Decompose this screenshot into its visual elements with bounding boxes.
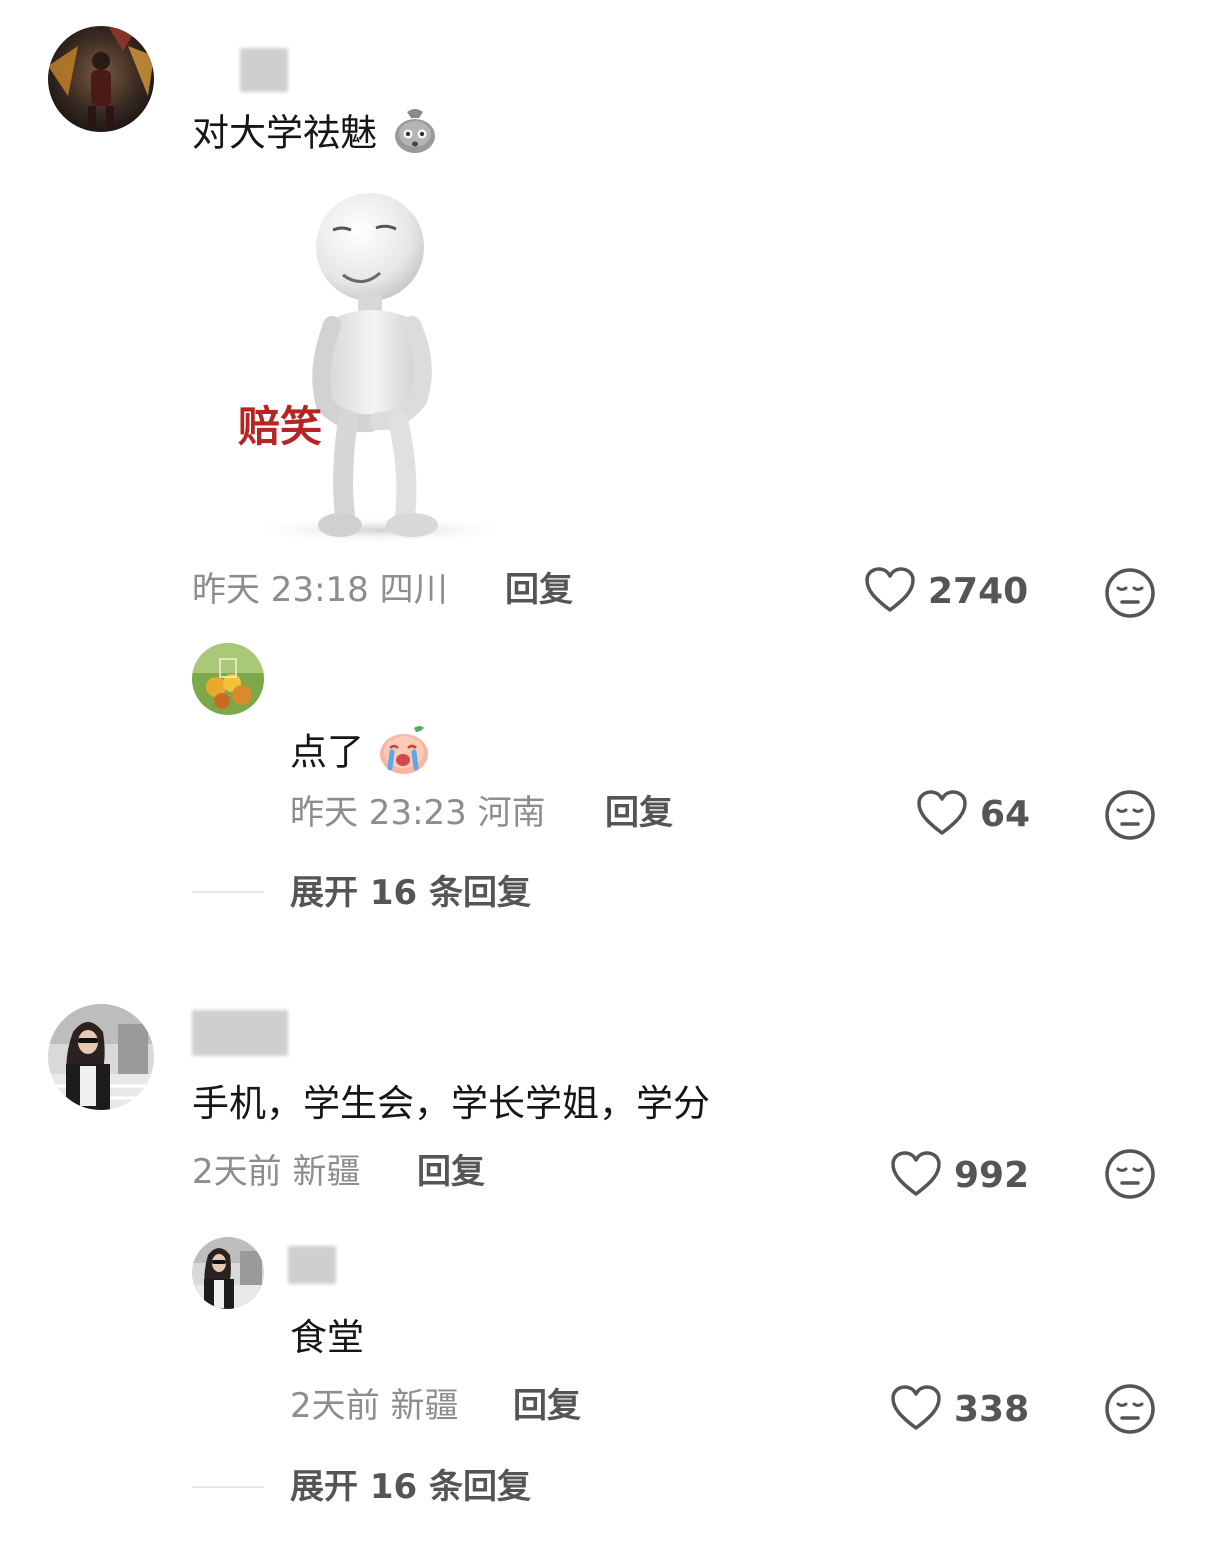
money-bag-emoji [389,104,441,166]
reply-avatar[interactable] [192,1237,264,1309]
sticker-image[interactable]: 赔笑 [230,185,560,550]
reply-button[interactable]: 回复 [513,1386,581,1426]
timestamp: 昨天 23:23 [290,793,467,833]
avatar[interactable] [48,1004,154,1110]
expand-replies-button[interactable]: 展开 16 条回复 [290,1467,531,1507]
timestamp: 2天前 [192,1152,282,1192]
comment-text-content: 对大学祛魅 [192,111,377,155]
username[interactable] [288,1246,336,1284]
sticker-caption: 赔笑 [238,402,323,451]
reply-meta: 2天前 新疆 [290,1386,458,1426]
comment-text: 手机，学生会，学长学姐，学分 [192,1082,710,1125]
expand-divider [192,1486,264,1488]
like-count: 992 [954,1155,1030,1196]
like-count: 64 [980,794,1031,835]
dislike-face-icon[interactable] [1104,789,1156,841]
reply-button[interactable]: 回复 [605,793,673,833]
comment-2: 手机，学生会，学长学姐，学分 2天前 新疆 回复 992 食堂 2天前 新疆 回… [0,990,1206,1530]
heart-outline-icon [890,1150,942,1202]
heart-outline-icon [890,1384,942,1436]
heart-outline-icon [864,566,916,618]
timestamp: 2天前 [290,1386,380,1426]
comment-meta: 2天前 新疆 [192,1152,360,1192]
location: 新疆 [292,1152,361,1192]
username[interactable] [192,1010,288,1056]
like-button[interactable]: 992 [890,1150,1029,1202]
username[interactable] [240,48,288,92]
reply-meta: 昨天 23:23 河南 [290,793,546,833]
like-button[interactable]: 64 [916,789,1030,841]
comment-1: 对大学祛魅 赔笑 昨天 23:18 四川 回复 2740 点了 昨天 23:23… [0,0,1206,930]
expand-replies-button[interactable]: 展开 16 条回复 [290,873,531,913]
like-button[interactable]: 2740 [864,566,1028,618]
comment-meta: 昨天 23:18 四川 [192,570,448,610]
reply-button[interactable]: 回复 [505,570,573,610]
comment-text: 对大学祛魅 [192,104,441,166]
location: 河南 [477,793,546,833]
like-count: 338 [954,1389,1030,1430]
heart-outline-icon [916,789,968,841]
location: 新疆 [390,1386,459,1426]
like-button[interactable]: 338 [890,1384,1029,1436]
crying-peach-emoji [376,722,432,786]
reply-button[interactable]: 回复 [417,1152,485,1192]
timestamp: 昨天 23:18 [192,570,369,610]
dislike-face-icon[interactable] [1104,567,1156,619]
reply-text: 点了 [290,722,432,786]
reply-text: 食堂 [290,1316,364,1359]
like-count: 2740 [928,571,1029,612]
location: 四川 [379,570,448,610]
reply-avatar[interactable] [192,643,264,715]
dislike-face-icon[interactable] [1104,1148,1156,1200]
dislike-face-icon[interactable] [1104,1383,1156,1435]
avatar[interactable] [48,26,154,132]
expand-divider [192,891,264,893]
reply-text-content: 点了 [290,730,364,774]
